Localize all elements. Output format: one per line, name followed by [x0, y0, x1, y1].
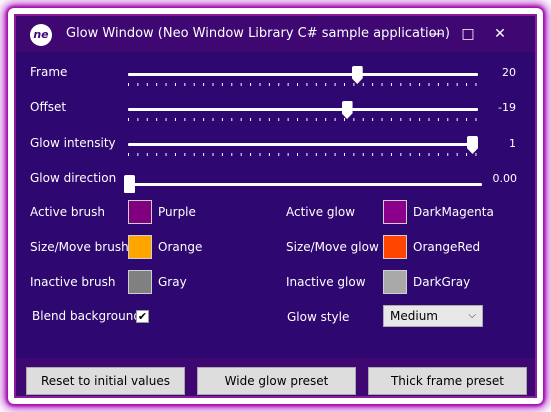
wide-glow-preset-button[interactable]: Wide glow preset	[197, 367, 356, 395]
inactive-glow-swatch[interactable]	[383, 270, 407, 294]
frame-slider[interactable]	[128, 66, 478, 92]
sizemove-glow-label: Size/Move glow	[286, 240, 379, 254]
window-title: Glow Window (Neo Window Library C# sampl…	[66, 26, 450, 41]
sizemove-brush-label: Size/Move brush	[30, 240, 129, 254]
glow-intensity-label: Glow intensity	[30, 136, 116, 150]
title-bar[interactable]: ne Glow Window (Neo Window Library C# sa…	[16, 16, 535, 52]
sizemove-glow-swatch[interactable]	[383, 235, 407, 259]
offset-slider-thumb[interactable]	[341, 101, 353, 119]
active-brush-label: Active brush	[30, 205, 105, 219]
minimize-button[interactable]: —	[421, 22, 451, 46]
close-icon: ✕	[494, 26, 506, 42]
glow-intensity-slider-track	[128, 143, 478, 146]
minimize-icon: —	[429, 26, 443, 42]
glow-direction-label: Glow direction	[30, 171, 117, 185]
chevron-down-icon: ⌵	[468, 310, 476, 321]
inactive-brush-label: Inactive brush	[30, 275, 116, 289]
maximize-button[interactable]: □	[453, 22, 483, 46]
glow-intensity-slider[interactable]	[128, 136, 478, 162]
sizemove-brush-color-name: Orange	[158, 240, 203, 254]
glow-intensity-value: 1	[509, 137, 516, 150]
button-bar: Reset to initial values Wide glow preset…	[16, 358, 535, 396]
glow-style-dropdown[interactable]: Medium ⌵	[383, 305, 483, 327]
frame-label: Frame	[30, 65, 68, 79]
blend-background-label: Blend background	[32, 309, 141, 323]
glow-style-label: Glow style	[287, 310, 350, 324]
sizemove-glow-color-name: OrangeRed	[413, 240, 481, 254]
inactive-brush-swatch[interactable]	[128, 270, 152, 294]
glow-style-selected: Medium	[390, 309, 438, 323]
offset-slider[interactable]	[128, 101, 478, 127]
glow-direction-slider-thumb[interactable]	[124, 175, 135, 193]
inactive-glow-color-name: DarkGray	[413, 275, 471, 289]
active-glow-swatch[interactable]	[383, 200, 407, 224]
glow-intensity-slider-ticks	[128, 153, 478, 156]
reset-button[interactable]: Reset to initial values	[26, 367, 185, 395]
glow-window: ne Glow Window (Neo Window Library C# sa…	[14, 14, 537, 398]
active-glow-color-name: DarkMagenta	[413, 205, 494, 219]
active-glow-label: Active glow	[286, 205, 356, 219]
offset-slider-track	[128, 108, 478, 111]
frame-slider-track	[128, 73, 478, 76]
glow-direction-slider-track	[124, 183, 482, 186]
offset-value: -19	[498, 101, 516, 114]
inactive-brush-color-name: Gray	[158, 275, 187, 289]
frame-value: 20	[502, 66, 516, 79]
blend-background-checkbox[interactable]: ✔	[136, 310, 149, 323]
sizemove-brush-swatch[interactable]	[128, 235, 152, 259]
thick-frame-preset-button[interactable]: Thick frame preset	[368, 367, 527, 395]
maximize-icon: □	[461, 26, 475, 42]
frame-slider-thumb[interactable]	[351, 66, 363, 84]
offset-label: Offset	[30, 100, 67, 114]
check-icon: ✔	[137, 310, 148, 323]
glow-direction-slider[interactable]	[124, 175, 482, 196]
active-brush-swatch[interactable]	[128, 200, 152, 224]
settings-panel: Frame 20 Offset -19 Glow intensity 1 Glo…	[16, 52, 535, 358]
offset-slider-ticks	[128, 118, 478, 121]
active-brush-color-name: Purple	[158, 205, 196, 219]
app-logo-icon: ne	[30, 24, 52, 46]
inactive-glow-label: Inactive glow	[286, 275, 366, 289]
close-button[interactable]: ✕	[485, 22, 515, 46]
frame-slider-ticks	[128, 83, 478, 86]
glow-direction-value: 0.00	[492, 172, 518, 185]
